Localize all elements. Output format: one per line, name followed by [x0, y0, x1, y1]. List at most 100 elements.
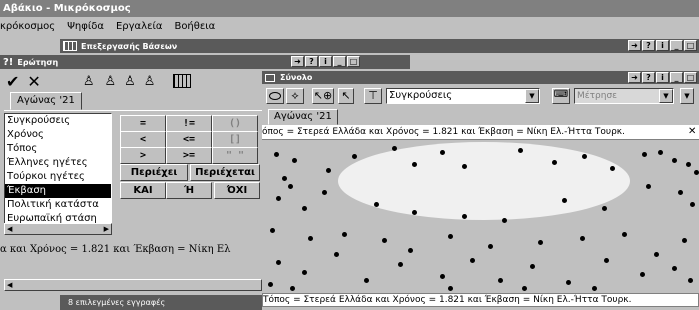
record-dot[interactable] — [398, 262, 403, 267]
help-icon[interactable]: ? — [642, 72, 655, 83]
record-dot[interactable] — [382, 238, 387, 243]
operator-button[interactable]: [] — [212, 131, 258, 148]
table-view-icon[interactable] — [173, 74, 192, 88]
contains-button[interactable]: Περιέχει — [120, 164, 188, 181]
pointer-tool-icon[interactable]: ↖ — [338, 88, 354, 104]
record-dot[interactable] — [364, 278, 369, 283]
record-dot[interactable] — [392, 146, 397, 151]
not-button[interactable]: ΌΧΙ — [214, 182, 260, 199]
record-dot[interactable] — [290, 286, 295, 291]
set-tab[interactable]: Αγώνας '21 — [268, 109, 338, 125]
list-item[interactable]: Τούρκοι ηγέτες — [5, 170, 111, 184]
record-dot[interactable] — [352, 154, 357, 159]
query-window-title-bar[interactable]: ?! Ερώτηση ➜ ? i _ □ — [0, 55, 410, 69]
app-title-bar[interactable]: Αβάκιο - Μικρόκοσμος — [0, 0, 699, 17]
scroll-left-icon[interactable]: ◀ — [7, 225, 12, 233]
check-icon[interactable]: ✔ — [6, 72, 19, 91]
record-dot[interactable] — [592, 286, 597, 291]
record-dot[interactable] — [640, 272, 645, 277]
record-dot[interactable] — [498, 278, 503, 283]
record-dot[interactable] — [488, 244, 493, 249]
record-dot[interactable] — [322, 190, 327, 195]
contained-button[interactable]: Περιέχεται — [190, 164, 260, 181]
menu-item-microworld[interactable]: κρόκοσμος — [0, 21, 55, 32]
operator-button[interactable]: () — [212, 115, 258, 132]
set-canvas[interactable] — [262, 140, 699, 292]
record-dot[interactable] — [682, 238, 687, 243]
operator-button[interactable]: " " — [212, 147, 258, 164]
record-dot[interactable] — [654, 252, 659, 257]
record-dot[interactable] — [686, 162, 691, 167]
help-icon[interactable]: ? — [642, 40, 655, 51]
record-dot[interactable] — [270, 228, 275, 233]
menu-item-help[interactable]: Βοήθεια — [174, 21, 215, 32]
menu-item-tools[interactable]: Εργαλεία — [116, 21, 162, 32]
record-dot[interactable] — [688, 278, 693, 283]
query-tab[interactable]: Αγώνας '21 — [10, 92, 82, 110]
record-dot[interactable] — [448, 234, 453, 239]
and-button[interactable]: ΚΑΙ — [120, 182, 166, 199]
info-icon[interactable]: i — [656, 40, 669, 51]
filter-tool-icon[interactable]: ⊤ — [364, 88, 382, 104]
operator-button[interactable]: <= — [166, 131, 212, 148]
record-dot[interactable] — [538, 240, 543, 245]
chevron-down-icon[interactable]: ▼ — [525, 89, 539, 103]
operator-button[interactable]: = — [120, 115, 166, 132]
record-dot[interactable] — [580, 236, 585, 241]
record-dot[interactable] — [448, 286, 453, 291]
record-dot[interactable] — [308, 236, 313, 241]
list-item[interactable]: Έλληνες ηγέτες — [5, 156, 111, 170]
record-dot[interactable] — [374, 202, 379, 207]
query-tool-2-icon[interactable]: ♙ — [104, 74, 116, 89]
record-dot[interactable] — [604, 258, 609, 263]
record-dot[interactable] — [470, 258, 475, 263]
query-tool-1-icon[interactable]: ♙ — [83, 74, 95, 89]
maximize-button[interactable]: □ — [684, 72, 697, 83]
info-icon[interactable]: i — [656, 72, 669, 83]
minimize-button[interactable]: _ — [670, 72, 683, 83]
category-dropdown[interactable]: Συγκρούσεις ▼ — [386, 88, 540, 104]
operator-button[interactable]: > — [120, 147, 166, 164]
operator-button[interactable]: != — [166, 115, 212, 132]
arrow-icon[interactable]: ➜ — [628, 72, 641, 83]
record-dot[interactable] — [462, 214, 467, 219]
query-tool-4-icon[interactable]: ♙ — [144, 74, 156, 89]
record-dot[interactable] — [276, 196, 281, 201]
record-dot[interactable] — [412, 162, 417, 167]
record-dot[interactable] — [622, 232, 627, 237]
record-dot[interactable] — [582, 154, 587, 159]
record-dot[interactable] — [690, 202, 695, 207]
record-dot[interactable] — [326, 168, 331, 173]
db-window-title-bar[interactable]: Επεξεργασής Βάσεων ➜ ? i _ □ — [60, 39, 699, 53]
record-dot[interactable] — [646, 184, 651, 189]
record-dot[interactable] — [530, 264, 535, 269]
record-dot[interactable] — [274, 152, 279, 157]
record-dot[interactable] — [342, 232, 347, 237]
record-dot[interactable] — [462, 164, 467, 169]
ellipse-tool-icon[interactable] — [266, 88, 284, 104]
scroll-left-icon[interactable]: ◀ — [7, 281, 12, 289]
record-dot[interactable] — [518, 148, 523, 153]
record-dot[interactable] — [672, 266, 677, 271]
record-dot[interactable] — [440, 274, 445, 279]
record-dot[interactable] — [276, 260, 281, 265]
operator-button[interactable]: < — [120, 131, 166, 148]
list-item[interactable]: Πολιτική κατάστα — [5, 198, 111, 212]
record-dot[interactable] — [672, 158, 677, 163]
lasso-tool-icon[interactable]: ⟡ — [286, 88, 304, 104]
query-tool-3-icon[interactable]: ♙ — [124, 74, 136, 89]
minimize-button[interactable]: _ — [670, 40, 683, 51]
select-multi-icon[interactable]: ↖⊕ — [312, 88, 334, 104]
info-icon[interactable]: i — [319, 56, 332, 67]
record-dot[interactable] — [334, 252, 339, 257]
record-dot[interactable] — [552, 160, 557, 165]
record-dot[interactable] — [412, 210, 417, 215]
keyboard-icon[interactable]: ⌨ — [552, 88, 570, 104]
maximize-button[interactable]: □ — [347, 56, 360, 67]
chevron-down-icon[interactable]: ▼ — [659, 89, 673, 103]
record-dot[interactable] — [522, 286, 527, 291]
field-list-scrollbar[interactable]: ◀ ▶ — [4, 223, 112, 235]
record-dot[interactable] — [658, 150, 663, 155]
extra-dropdown-icon[interactable]: ▼ — [680, 88, 694, 104]
record-dot[interactable] — [440, 150, 445, 155]
